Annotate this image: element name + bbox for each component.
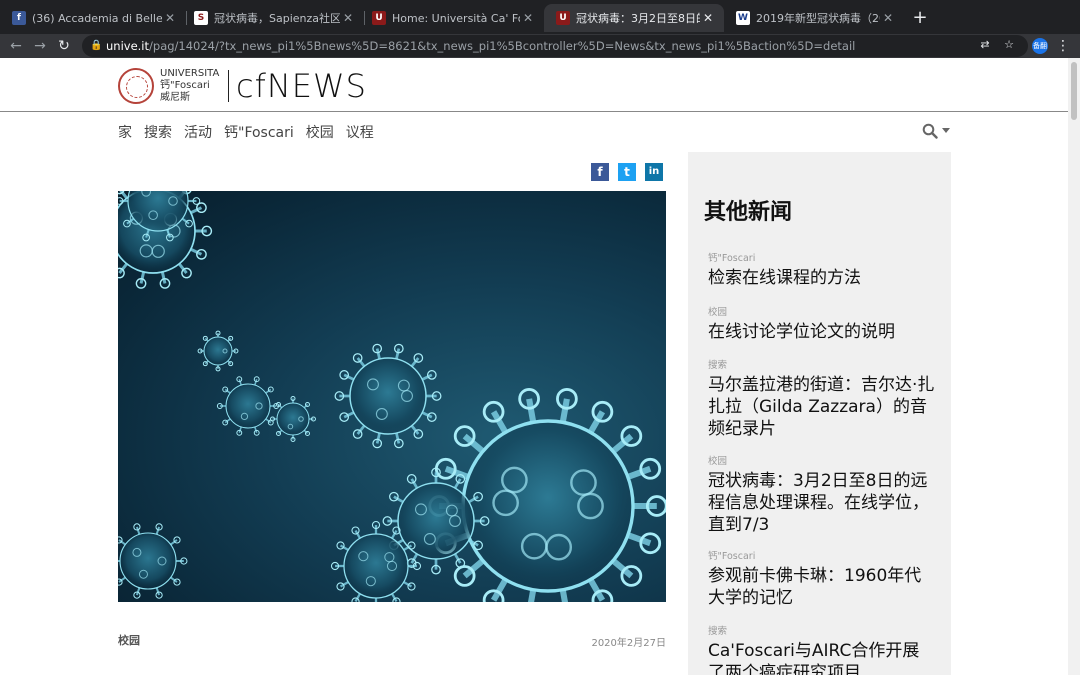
- profile-avatar[interactable]: 备翻: [1032, 38, 1048, 54]
- cfnews-logo[interactable]: cfNEWS: [236, 68, 367, 104]
- search-icon[interactable]: [922, 123, 938, 139]
- new-tab-icon[interactable]: +: [910, 8, 930, 28]
- university-seal-icon[interactable]: [118, 68, 154, 104]
- tab-title: Home: Università Ca' Foscari Ven: [392, 11, 520, 25]
- university-wordmark[interactable]: UNIVERSITA 钙"Foscari 威尼斯: [160, 68, 219, 104]
- news-item[interactable]: 校园 冠状病毒：3月2日至8日的远程信息处理课程。在线学位，直到7/3: [708, 456, 936, 536]
- news-headline[interactable]: Ca'Foscari与AIRC合作开展了两个癌症研究项目: [708, 640, 936, 675]
- virus-particle: [216, 376, 280, 436]
- forward-icon[interactable]: →: [31, 37, 49, 55]
- unive-icon: U: [556, 11, 570, 25]
- facebook-share-icon[interactable]: f: [591, 163, 609, 181]
- browser-tab[interactable]: S 冠状病毒，Sapienza社区的适应 ✕: [182, 4, 364, 32]
- bookmark-star-icon[interactable]: ☆: [1002, 38, 1016, 52]
- twitter-share-icon[interactable]: t: [618, 163, 636, 181]
- news-item[interactable]: 搜索 马尔盖拉港的街道：吉尔达·扎扎拉（Gilda Zazzara）的音频纪录片: [708, 360, 936, 440]
- virus-particle: [270, 396, 316, 442]
- page-scrollbar[interactable]: [1068, 58, 1080, 675]
- article-date: 2020年2月27日: [591, 638, 666, 649]
- news-category: 校园: [708, 307, 728, 318]
- news-category: 搜索: [708, 626, 728, 637]
- logo-divider: [228, 70, 229, 102]
- news-category: 钙"Foscari: [708, 253, 756, 264]
- tab-title: 2019年新型冠状病毒（2019-nC: [756, 12, 880, 25]
- news-item[interactable]: 钙"Foscari 参观前卡佛卡琳：1960年代大学的记忆: [708, 551, 936, 609]
- hero-image-coronavirus: [118, 191, 666, 602]
- uni-line-1: UNIVERSITA: [160, 68, 220, 79]
- chevron-down-icon[interactable]: [942, 128, 950, 133]
- address-bar[interactable]: 🔒 unive.it/pag/14024/?tx_news_pi1%5Bnews…: [82, 35, 1028, 57]
- url-text: unive.it/pag/14024/?tx_news_pi1%5Bnews%5…: [106, 39, 856, 53]
- wiki-icon: W: [736, 11, 750, 25]
- translate-icon[interactable]: ⇄: [978, 38, 992, 52]
- nav-item-agenda[interactable]: 议程: [346, 122, 374, 142]
- virus-particle: [118, 523, 188, 599]
- lock-icon: 🔒: [90, 40, 103, 51]
- uni-line-2: 钙"Foscari: [160, 80, 210, 91]
- header-divider: [0, 111, 1068, 112]
- reload-icon[interactable]: ↻: [55, 37, 73, 55]
- sidebar-title: 其他新闻: [704, 200, 793, 225]
- close-icon[interactable]: ✕: [162, 11, 178, 25]
- browser-menu-icon[interactable]: ⋮: [1056, 37, 1070, 55]
- browser-tab-active[interactable]: U 冠状病毒：3月2日至8日的远程信 ✕: [544, 4, 724, 32]
- tab-title: 冠状病毒，Sapienza社区的适应: [214, 12, 340, 25]
- news-headline[interactable]: 马尔盖拉港的街道：吉尔达·扎扎拉（Gilda Zazzara）的音频纪录片: [708, 374, 936, 440]
- tab-title: 冠状病毒：3月2日至8日的远程信: [576, 12, 700, 25]
- sapienza-icon: S: [194, 11, 208, 25]
- web-page: UNIVERSITA 钙"Foscari 威尼斯 cfNEWS 家 搜索 活动 …: [0, 58, 1068, 675]
- scrollbar-thumb[interactable]: [1071, 62, 1077, 120]
- main-nav: 家 搜索 活动 钙"Foscari 校园 议程: [118, 122, 374, 142]
- back-icon[interactable]: ←: [7, 37, 25, 55]
- browser-toolbar: ← → ↻ 🔒 unive.it/pag/14024/?tx_news_pi1%…: [0, 34, 1080, 58]
- uni-line-3: 威尼斯: [160, 92, 190, 103]
- browser-tab[interactable]: U Home: Università Ca' Foscari Ven ✕: [360, 4, 544, 32]
- browser-tab[interactable]: W 2019年新型冠状病毒（2019-nC ✕: [724, 4, 904, 32]
- news-headline[interactable]: 检索在线课程的方法: [708, 267, 936, 289]
- browser-tab[interactable]: f (36) Accademia di Belle Arti di R ✕: [0, 4, 186, 32]
- nav-item-campus[interactable]: 校园: [306, 122, 334, 142]
- virus-particle: [334, 343, 442, 449]
- news-item[interactable]: 校园 在线讨论学位论文的说明: [708, 307, 936, 343]
- facebook-icon: f: [12, 11, 26, 25]
- unive-icon: U: [372, 11, 386, 25]
- close-icon[interactable]: ✕: [700, 11, 716, 25]
- news-headline[interactable]: 在线讨论学位论文的说明: [708, 321, 936, 343]
- news-category: 搜索: [708, 360, 728, 371]
- other-news-sidebar: 其他新闻 钙"Foscari 检索在线课程的方法 校园 在线讨论学位论文的说明 …: [688, 152, 951, 675]
- nav-item-events[interactable]: 活动: [184, 122, 212, 142]
- news-category: 校园: [708, 456, 728, 467]
- close-icon[interactable]: ✕: [880, 11, 896, 25]
- linkedin-share-icon[interactable]: in: [645, 163, 663, 181]
- browser-tab-strip: f (36) Accademia di Belle Arti di R ✕ S …: [0, 0, 1080, 34]
- news-item[interactable]: 搜索 Ca'Foscari与AIRC合作开展了两个癌症研究项目: [708, 626, 936, 675]
- news-headline[interactable]: 参观前卡佛卡琳：1960年代大学的记忆: [708, 565, 936, 609]
- tab-title: (36) Accademia di Belle Arti di R: [32, 11, 162, 25]
- virus-illustration: [118, 191, 666, 602]
- virus-particle: [197, 330, 239, 372]
- article-category[interactable]: 校园: [118, 632, 140, 648]
- close-icon[interactable]: ✕: [520, 11, 536, 25]
- nav-item-home[interactable]: 家: [118, 122, 132, 142]
- nav-item-foscari[interactable]: 钙"Foscari: [224, 122, 294, 142]
- nav-item-search[interactable]: 搜索: [144, 122, 172, 142]
- news-category: 钙"Foscari: [708, 551, 756, 562]
- close-icon[interactable]: ✕: [340, 11, 356, 25]
- news-item[interactable]: 钙"Foscari 检索在线课程的方法: [708, 253, 936, 289]
- news-headline[interactable]: 冠状病毒：3月2日至8日的远程信息处理课程。在线学位，直到7/3: [708, 470, 936, 536]
